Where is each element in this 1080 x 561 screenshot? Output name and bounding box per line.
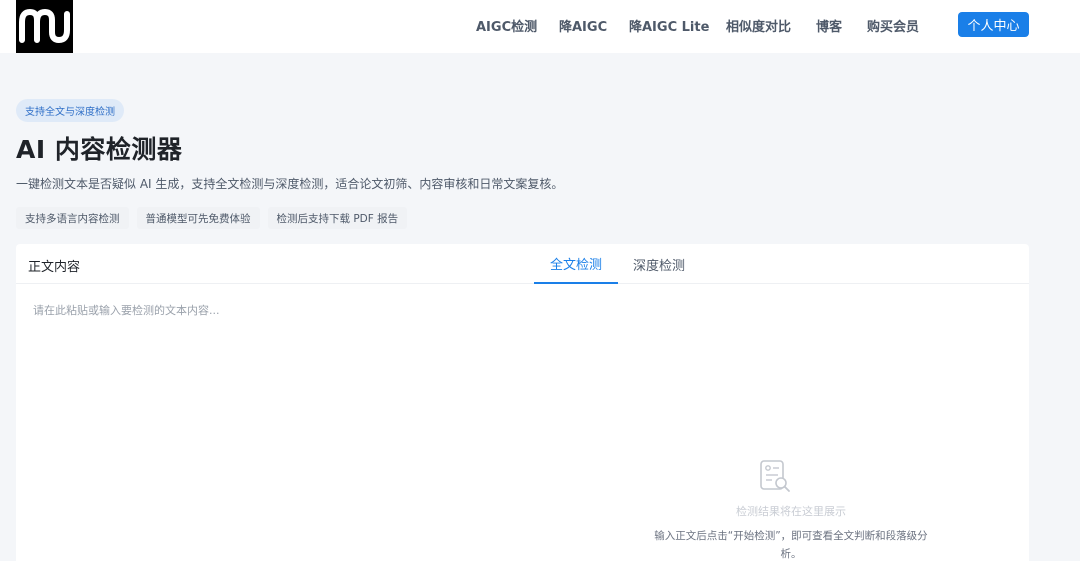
result-placeholder-title: 检测结果将在这里展示 [736, 505, 846, 518]
nav-item-membership[interactable]: 购买会员 [867, 16, 919, 35]
feature-list: 支持多语言内容检测 普通模型可先免费体验 检测后支持下载 PDF 报告 [16, 207, 408, 229]
nav-item-blog[interactable]: 博客 [816, 16, 842, 35]
top-navbar: AIGC检测 降AIGC 降AIGC Lite 相似度对比 博客 购买会员 个人… [0, 0, 1080, 53]
nav-item-similarity[interactable]: 相似度对比 [726, 16, 791, 35]
panel-label: 正文内容 [28, 260, 81, 275]
brand-logo-mark [19, 9, 70, 43]
brand-logo[interactable] [16, 0, 73, 53]
nav-item-reduce-aigc-lite[interactable]: 降AIGC Lite [629, 16, 709, 35]
document-search-icon [760, 460, 790, 492]
tab-full-detection[interactable]: 全文检测 [534, 244, 618, 284]
content-input[interactable] [16, 284, 1029, 561]
nav-item-aigc-detect[interactable]: AIGC检测 [476, 16, 537, 35]
feature-chip-free-trial: 普通模型可先免费体验 [136, 207, 260, 229]
feature-chip-pdf-report: 检测后支持下载 PDF 报告 [267, 207, 408, 229]
feature-badge: 支持全文与深度检测 [16, 99, 124, 122]
detection-panel: 正文内容 全文检测 深度检测 检测结果将在这里展示 输入正文后点击“开始检测”，… [16, 244, 1029, 561]
nav-item-reduce-aigc[interactable]: 降AIGC [559, 16, 607, 35]
user-center-button[interactable]: 个人中心 [958, 12, 1029, 37]
page-title: AI 内容检测器 [16, 135, 183, 164]
page-subtitle: 一键检测文本是否疑似 AI 生成，支持全文检测与深度检测，适合论文初筛、内容审核… [16, 177, 564, 191]
result-placeholder-description: 输入正文后点击“开始检测”，即可查看全文判断和段落级分析。 [654, 530, 928, 560]
feature-chip-multilingual: 支持多语言内容检测 [16, 207, 129, 229]
panel-header: 正文内容 全文检测 深度检测 [16, 244, 1029, 284]
tab-deep-detection[interactable]: 深度检测 [622, 244, 696, 284]
